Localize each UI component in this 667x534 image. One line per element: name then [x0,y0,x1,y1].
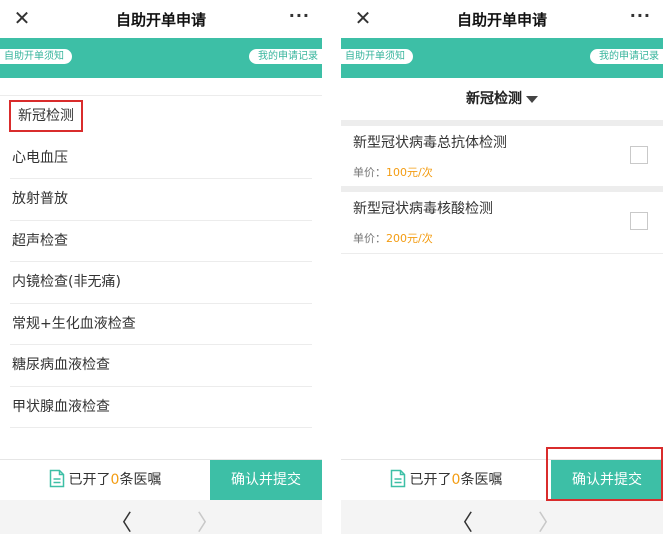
test-name: 新型冠状病毒核酸检测 [353,201,493,217]
instructions-link[interactable]: 自助开单须知 [0,49,72,64]
order-summary[interactable]: 已开了0条医嘱 [0,460,210,500]
test-name: 新型冠状病毒总抗体检测 [353,135,507,151]
order-prefix: 已开了 [409,472,452,488]
category-item-thyroid[interactable]: 甲状腺血液检查 [0,387,322,429]
instructions-link[interactable]: 自助开单须知 [341,49,413,64]
category-list-screen: ✕ 自助开单申请 ··· 自助开单须知 我的申请记录 新冠检测 心电血压 放射普… [0,0,322,534]
select-checkbox[interactable] [630,146,648,164]
title-bar: ✕ 自助开单申请 ··· [0,0,322,38]
browser-nav-bar: 〈 〉 [0,500,322,534]
forward-icon[interactable]: 〉 [538,505,560,534]
back-icon[interactable]: 〈 [451,505,473,534]
title-bar: ✕ 自助开单申请 ··· [341,0,663,38]
order-suffix: 条医嘱 [460,472,503,488]
back-icon[interactable]: 〈 [110,505,132,534]
price-label: 单价： [353,166,386,179]
selected-category: 新冠检测 [466,91,522,107]
document-icon [390,469,405,488]
test-price: 单价：100元/次 [353,164,433,180]
more-icon[interactable]: ··· [630,6,651,25]
browser-nav-bar: 〈 〉 [341,500,663,534]
category-dropdown[interactable]: 新冠检测 [341,78,663,120]
document-icon [49,469,64,488]
page-title: 自助开单申请 [456,11,547,29]
price-value: 100元/次 [386,166,433,179]
category-label: 新冠检测 [9,100,83,132]
category-list: 新冠检测 心电血压 放射普放 超声检查 内镜检查(非无痛) 常规+生化血液检查 … [0,96,322,428]
order-summary[interactable]: 已开了0条医嘱 [341,460,551,500]
more-icon[interactable]: ··· [289,6,310,25]
category-item-xray[interactable]: 放射普放 [0,179,322,221]
category-label: 糖尿病血液检查 [12,357,110,373]
category-item-ecg[interactable]: 心电血压 [0,138,322,180]
bottom-bar: 已开了0条医嘱 确认并提交 [0,459,322,500]
test-price: 单价：200元/次 [353,230,433,246]
header-band: 自助开单须知 我的申请记录 [0,38,322,78]
price-label: 单价： [353,232,386,245]
forward-icon[interactable]: 〉 [197,505,219,534]
header-band: 自助开单须知 我的申请记录 [341,38,663,78]
category-label: 内镜检查(非无痛) [12,274,121,290]
caret-down-icon [526,95,538,103]
order-suffix: 条医嘱 [119,472,162,488]
category-label: 常规+生化血液检查 [12,315,136,332]
divider [341,253,663,254]
test-selection-screen: ✕ 自助开单申请 ··· 自助开单须知 我的申请记录 新冠检测 新型冠状病毒总抗… [341,0,663,534]
my-records-link[interactable]: 我的申请记录 [590,49,663,64]
highlight-box [546,447,663,501]
category-item-diabetes[interactable]: 糖尿病血液检查 [0,345,322,387]
my-records-link[interactable]: 我的申请记录 [249,49,322,64]
category-label: 甲状腺血液检查 [12,398,110,415]
category-item-blood-routine[interactable]: 常规+生化血液检查 [0,304,322,346]
category-item-ultrasound[interactable]: 超声检查 [0,221,322,263]
confirm-submit-button[interactable]: 确认并提交 [210,460,322,500]
order-prefix: 已开了 [68,472,111,488]
category-label: 超声检查 [12,232,68,249]
category-item-endoscopy[interactable]: 内镜检查(非无痛) [0,262,322,304]
test-item-nucleic-acid[interactable]: 新型冠状病毒核酸检测 单价：200元/次 [341,192,663,252]
test-item-antibody[interactable]: 新型冠状病毒总抗体检测 单价：100元/次 [341,126,663,186]
price-value: 200元/次 [386,232,433,245]
category-label: 放射普放 [12,191,68,207]
select-checkbox[interactable] [630,212,648,230]
category-item-covid[interactable]: 新冠检测 [0,96,322,138]
page-title: 自助开单申请 [115,11,206,29]
category-label: 心电血压 [12,149,68,166]
